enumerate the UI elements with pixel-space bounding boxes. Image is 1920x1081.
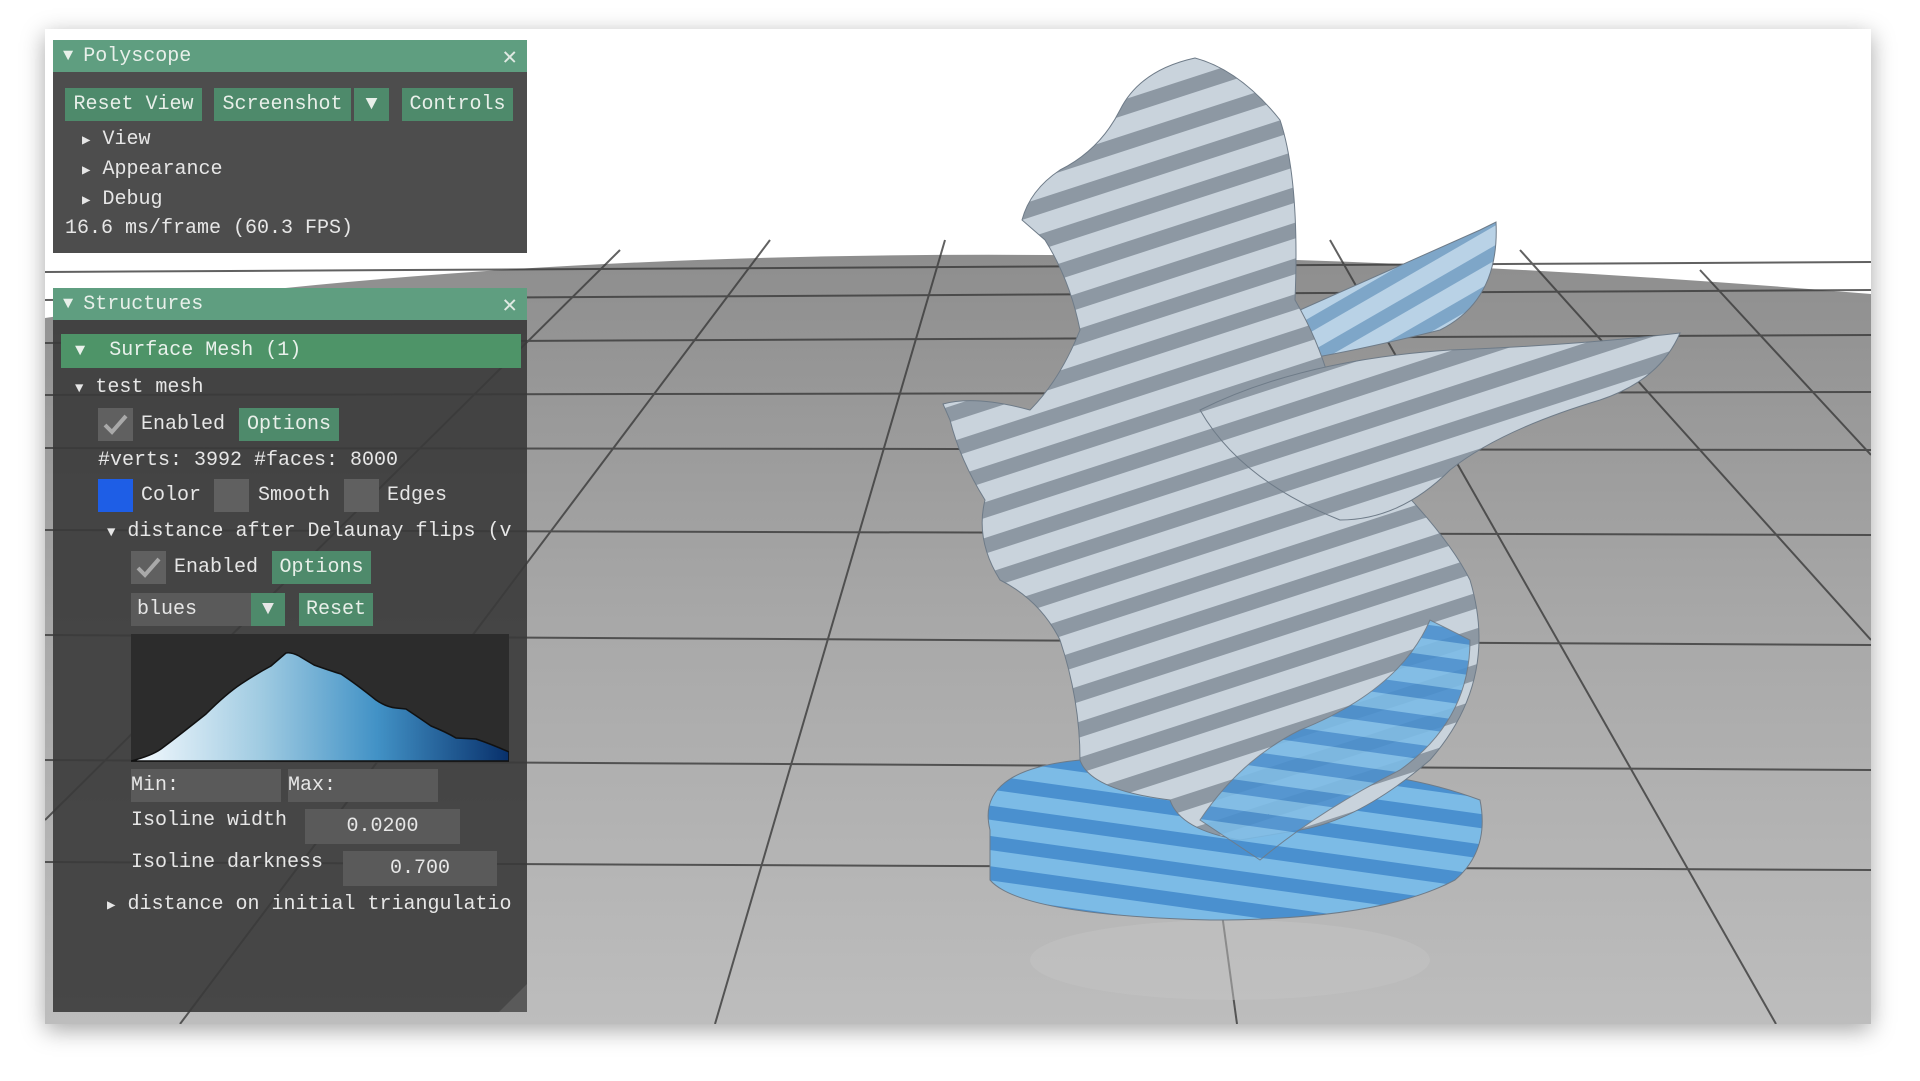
group-header-label: Surface Mesh (1) — [109, 339, 302, 362]
mesh-color-swatch[interactable] — [98, 479, 133, 512]
app-window: ▼ Polyscope ✕ Reset View Screenshot ▼ Co… — [45, 29, 1871, 1024]
histogram — [131, 634, 509, 762]
surface-mesh-group-header[interactable]: ▼ Surface Mesh (1) — [61, 334, 521, 368]
quantity-options-button[interactable]: Options — [272, 551, 371, 584]
section-label: View — [102, 128, 151, 151]
structures-panel: ▼ Structures ✕ ▼ Surface Mesh (1) ▼ test… — [53, 288, 527, 1012]
enabled-label: Enabled — [141, 413, 226, 436]
mesh-options-button[interactable]: Options — [239, 408, 339, 441]
smooth-checkbox[interactable] — [214, 479, 249, 512]
expand-triangle-icon: ▶ — [82, 133, 91, 149]
isoline-width-slider[interactable]: 0.0200 — [305, 809, 460, 844]
color-label: Color — [141, 484, 202, 507]
mesh-stats: #verts: 3992 #faces: 8000 — [98, 449, 399, 472]
max-range-field[interactable]: Max: 5.683e+0 — [288, 769, 438, 802]
expand-triangle-icon: ▶ — [107, 898, 116, 914]
enabled-label: Enabled — [174, 556, 259, 579]
mesh-shadow — [1030, 920, 1430, 1000]
expand-triangle-icon: ▶ — [82, 163, 91, 179]
panel-title: Structures — [83, 292, 204, 316]
section-label: Debug — [102, 188, 163, 211]
expand-triangle-icon: ▶ — [82, 193, 91, 209]
mesh-enabled-checkbox[interactable] — [98, 408, 133, 441]
collapse-triangle-icon[interactable]: ▼ — [63, 47, 73, 66]
isoline-darkness-label: Isoline darkness — [131, 851, 324, 874]
test-mesh-tree-node[interactable]: ▼ test mesh — [75, 376, 203, 399]
section-appearance[interactable]: ▶ Appearance — [82, 158, 222, 181]
checkmark-icon — [103, 414, 128, 435]
section-view[interactable]: ▶ View — [82, 128, 150, 151]
collapse-triangle-icon: ▼ — [107, 525, 116, 541]
fps-readout: 16.6 ms/frame (60.3 FPS) — [65, 217, 354, 240]
quantity-name: distance on initial triangulatio — [127, 893, 512, 916]
second-quantity-tree-node[interactable]: ▶ distance on initial triangulatio — [107, 893, 527, 916]
collapse-triangle-icon: ▼ — [75, 381, 84, 397]
screenshot-options-dropdown[interactable]: ▼ — [354, 88, 389, 121]
quantity-enabled-checkbox[interactable] — [131, 551, 166, 584]
chevron-down-icon: ▼ — [365, 93, 378, 116]
resize-grip-icon[interactable] — [499, 984, 527, 1012]
chevron-down-icon: ▼ — [251, 593, 285, 626]
collapse-triangle-icon[interactable]: ▼ — [63, 295, 73, 314]
isoline-darkness-slider[interactable]: 0.700 — [343, 851, 497, 886]
min-range-field[interactable]: Min: 0.000e+0 — [131, 769, 281, 802]
quantity-tree-node[interactable]: ▼ distance after Delaunay flips (v — [107, 520, 527, 543]
quantity-name: distance after Delaunay flips (v — [127, 520, 512, 543]
collapse-triangle-icon: ▼ — [75, 342, 86, 361]
close-icon[interactable]: ✕ — [503, 290, 517, 320]
mesh-name: test mesh — [95, 376, 204, 399]
structures-panel-titlebar[interactable]: ▼ Structures ✕ — [53, 288, 527, 320]
edges-checkbox[interactable] — [344, 479, 379, 512]
screenshot-button[interactable]: Screenshot — [214, 88, 351, 121]
controls-button[interactable]: Controls — [402, 88, 513, 121]
checkmark-icon — [136, 557, 161, 578]
isoline-width-label: Isoline width — [131, 809, 288, 832]
edges-label: Edges — [387, 484, 448, 507]
panel-title: Polyscope — [83, 44, 192, 68]
colormap-value: blues — [137, 598, 198, 621]
polyscope-panel: ▼ Polyscope ✕ Reset View Screenshot ▼ Co… — [53, 40, 527, 253]
close-icon[interactable]: ✕ — [503, 42, 517, 72]
colormap-reset-button[interactable]: Reset — [299, 593, 373, 626]
colormap-select[interactable]: blues ▼ — [131, 593, 285, 626]
smooth-label: Smooth — [258, 484, 331, 507]
polyscope-panel-titlebar[interactable]: ▼ Polyscope ✕ — [53, 40, 527, 72]
reset-view-button[interactable]: Reset View — [65, 88, 202, 121]
section-debug[interactable]: ▶ Debug — [82, 188, 162, 211]
section-label: Appearance — [102, 158, 223, 181]
